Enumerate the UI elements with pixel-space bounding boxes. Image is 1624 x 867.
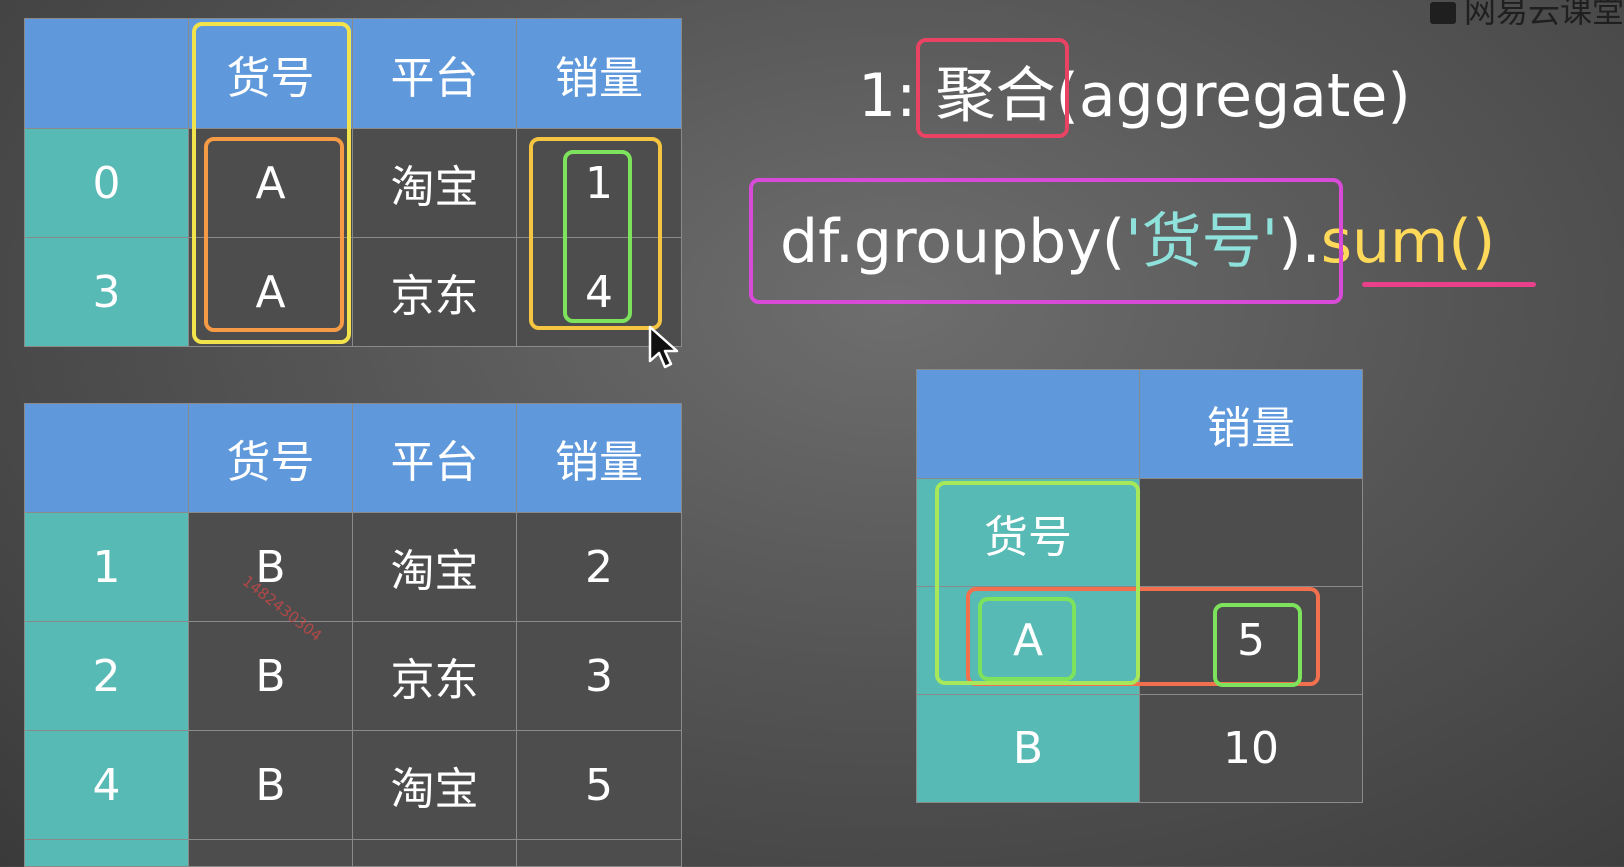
brand-watermark: 网易云课堂	[1429, 0, 1624, 32]
mouse-cursor-icon	[648, 325, 679, 369]
cell-sales: 5	[516, 730, 682, 840]
header-sales: 销量	[516, 18, 682, 129]
heading-term: 聚合	[935, 61, 1056, 131]
cell-platform: 淘宝	[352, 730, 517, 840]
header-corner	[24, 18, 189, 129]
cell-item-no: B	[188, 621, 353, 731]
header-platform: 平台	[352, 18, 517, 129]
heading-number: 1:	[858, 61, 917, 131]
result-index-name: 货号	[916, 478, 1140, 587]
row-index: 3	[24, 237, 189, 347]
row-index: 4	[24, 730, 189, 840]
result-header-corner	[916, 369, 1140, 479]
result-row-value: 10	[1139, 694, 1363, 803]
cell-sales: 3	[516, 621, 682, 731]
brand-watermark-text: 网易云课堂	[1463, 0, 1624, 30]
code-method: sum()	[1320, 207, 1496, 277]
header-item-no: 货号	[188, 403, 353, 513]
header-item-no: 货号	[188, 18, 353, 129]
cell-platform: 淘宝	[352, 128, 517, 238]
code-line: df.groupby('货号').sum()	[780, 204, 1495, 280]
result-row-value: 5	[1139, 586, 1363, 695]
result-header-sales: 销量	[1139, 369, 1363, 479]
cell-item-no: A	[188, 128, 353, 238]
code-arg: '货号'	[1125, 207, 1279, 277]
method-underline	[1362, 282, 1536, 287]
result-empty-cell	[1139, 478, 1363, 587]
result-row-index: B	[916, 694, 1140, 803]
row-index-partial	[24, 839, 189, 867]
header-corner	[24, 403, 189, 513]
table-result: 销量 货号 A 5 B 10	[916, 369, 1363, 803]
result-row-index: A	[916, 586, 1140, 695]
cell-platform: 京东	[352, 621, 517, 731]
section-heading: 1: 聚合(aggregate)	[858, 58, 1411, 134]
code-prefix: df.groupby(	[780, 207, 1126, 277]
table-bottom: 货号 平台 销量 1 B 淘宝 2 2 B 京东 3 4 B 淘宝 5	[24, 403, 682, 867]
cell-sales: 1	[516, 128, 682, 238]
code-dot: .	[1301, 207, 1321, 277]
cell-platform: 京东	[352, 237, 517, 347]
cell-partial	[352, 839, 517, 867]
row-index: 1	[24, 512, 189, 622]
brand-logo-icon	[1429, 2, 1456, 24]
header-sales: 销量	[516, 403, 682, 513]
cell-partial	[516, 839, 682, 867]
heading-english: (aggregate)	[1055, 61, 1411, 131]
header-platform: 平台	[352, 403, 517, 513]
row-index: 0	[24, 128, 189, 238]
row-index: 2	[24, 621, 189, 731]
code-close: )	[1278, 207, 1302, 277]
table-top: 货号 平台 销量 0 A 淘宝 1 3 A 京东 4	[24, 18, 682, 347]
cell-item-no: B	[188, 730, 353, 840]
cell-partial	[188, 839, 353, 867]
cell-platform: 淘宝	[352, 512, 517, 622]
cell-sales: 2	[516, 512, 682, 622]
cell-item-no: A	[188, 237, 353, 347]
